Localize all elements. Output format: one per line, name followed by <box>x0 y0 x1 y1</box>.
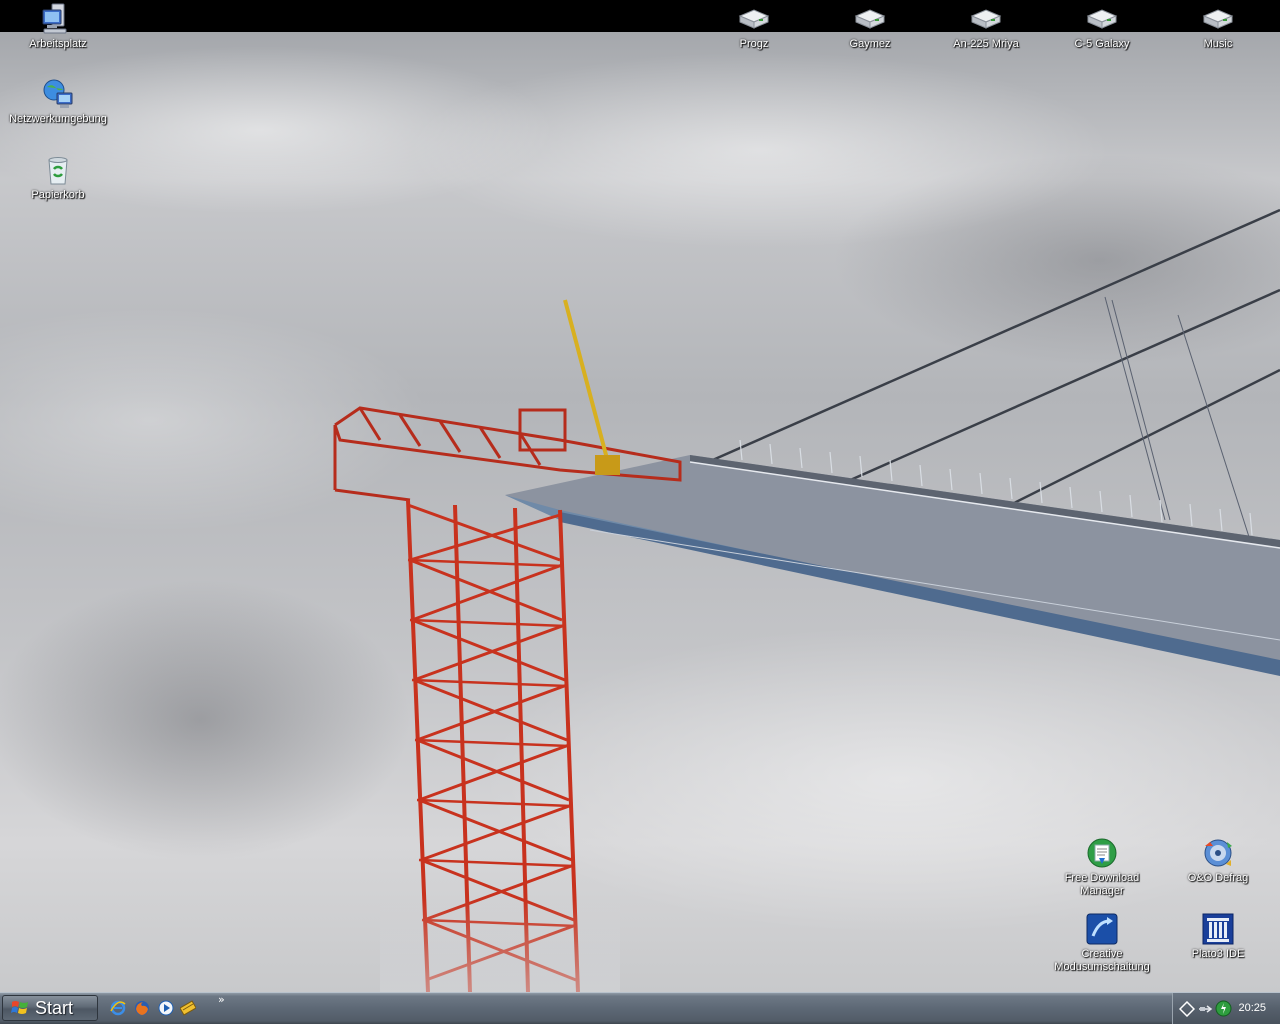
desktop-icon-network[interactable]: Netzwerkumgebung <box>0 77 116 126</box>
taskbar: Start » 20:25 <box>0 992 1280 1024</box>
firefox-icon[interactable] <box>134 1000 150 1016</box>
my-computer-icon <box>42 3 67 34</box>
creative-mode-icon <box>1086 913 1118 945</box>
desktop-icon-label: Progz <box>739 38 769 50</box>
drive-icon <box>970 9 1002 29</box>
plato-ide-icon <box>1202 913 1234 945</box>
desktop-icon-label: An-225 Mriya <box>953 38 1019 50</box>
desktop-icon-drive-c5[interactable]: C-5 Galaxy <box>1044 2 1160 51</box>
desktop-icon-label: Arbeitsplatz <box>29 38 87 50</box>
usb-icon[interactable] <box>1197 1001 1213 1017</box>
windows-flag-icon <box>11 1001 28 1014</box>
desktop-icon-oo-defrag[interactable]: O&O Defrag <box>1160 836 1276 885</box>
defrag-icon <box>1204 839 1232 867</box>
ie-icon[interactable] <box>110 1000 126 1016</box>
power-icon[interactable] <box>1215 1000 1232 1017</box>
bridge-hangers <box>1104 296 1251 541</box>
desktop-icon-label: Plato3 IDE <box>1191 948 1245 960</box>
media-player-icon[interactable] <box>158 1000 174 1016</box>
drive-icon <box>738 9 770 29</box>
desktop-icon-label: O&O Defrag <box>1187 872 1249 884</box>
fog-overlay <box>380 900 620 992</box>
network-places-icon <box>43 79 73 108</box>
desktop-icon-label: Papierkorb <box>31 189 85 201</box>
app-icon[interactable] <box>180 1000 196 1016</box>
desktop-icon-drive-music[interactable]: Music <box>1160 2 1276 51</box>
desktop-icon-drive-gaymez[interactable]: Gaymez <box>812 2 928 51</box>
desktop-icon-plato3-ide[interactable]: Plato3 IDE <box>1160 912 1276 961</box>
start-button[interactable]: Start <box>2 995 98 1021</box>
recycle-bin-icon <box>48 157 68 185</box>
desktop-background: Arbeitsplatz Netzwerkumgebung Papierkorb… <box>0 0 1280 992</box>
desktop-icon-label: Music <box>1203 38 1233 50</box>
drive-icon <box>1202 9 1234 29</box>
desktop-icon-label-line2: Manager <box>1080 885 1124 897</box>
download-manager-icon <box>1087 838 1117 868</box>
desktop-icon-creative-modusumschaltung[interactable]: Creative Modusumschaltung <box>1044 912 1160 974</box>
desktop-icon-drive-an225[interactable]: An-225 Mriya <box>928 2 1044 51</box>
desktop-icon-label-line2: Modusumschaltung <box>1054 961 1150 973</box>
desktop-icon-my-computer[interactable]: Arbeitsplatz <box>0 2 116 51</box>
desktop-icon-free-download-manager[interactable]: Free Download Manager <box>1044 836 1160 898</box>
drive-icon <box>1086 9 1118 29</box>
quicklaunch-overflow-button[interactable]: » <box>218 993 225 1006</box>
mobile-crane-body <box>595 455 620 475</box>
desktop-icon-recycle-bin[interactable]: Papierkorb <box>0 153 116 202</box>
drive-icon <box>854 9 886 29</box>
desktop-icon-label: C-5 Galaxy <box>1074 38 1130 50</box>
start-label: Start <box>35 997 74 1018</box>
desktop-icon-label: Free Download <box>1064 872 1140 884</box>
clock[interactable]: 20:25 <box>1238 1002 1266 1014</box>
desktop-icon-label: Gaymez <box>849 38 891 50</box>
desktop-icon-drive-progz[interactable]: Progz <box>696 2 812 51</box>
desktop-icon-label: Creative <box>1081 948 1123 960</box>
network-icon[interactable] <box>1179 1001 1195 1017</box>
desktop-icon-label: Netzwerkumgebung <box>9 113 107 125</box>
system-tray: 20:25 <box>1172 993 1280 1024</box>
